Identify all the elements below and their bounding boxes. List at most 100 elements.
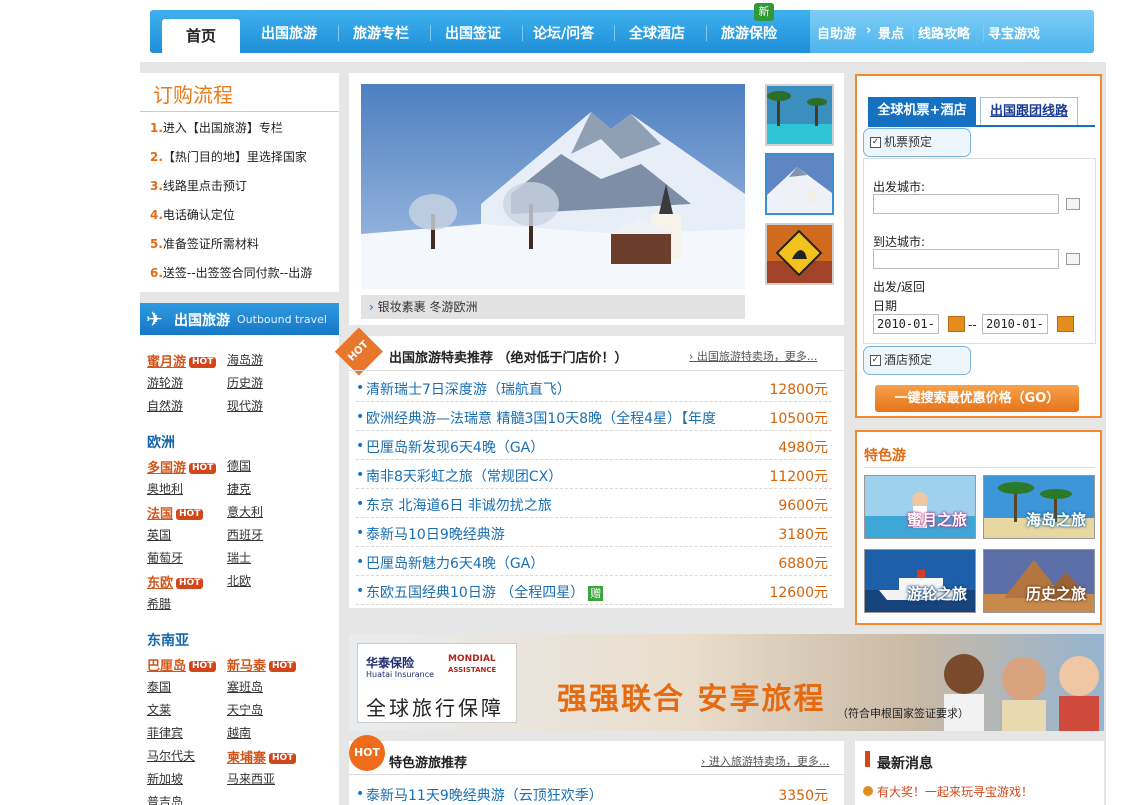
hotel-booking-toggle[interactable]: ✓ 酒店预定 bbox=[863, 346, 971, 375]
link-switzerland[interactable]: 瑞士 bbox=[227, 549, 251, 566]
tab-group-tours[interactable]: 出国跟团线路 bbox=[980, 97, 1078, 125]
tab-travel-column[interactable]: 旅游专栏 bbox=[353, 23, 409, 43]
tab-home[interactable]: 首页 bbox=[162, 19, 240, 53]
depart-return-label: 出发/返回 bbox=[873, 280, 926, 294]
link-austria[interactable]: 奥地利 bbox=[147, 480, 183, 497]
link-thailand[interactable]: 泰国 bbox=[147, 678, 171, 695]
return-date-input[interactable]: 2010-01-24 bbox=[982, 314, 1048, 334]
tab-forum[interactable]: 论坛/问答 bbox=[533, 23, 594, 43]
bullet-icon: • bbox=[356, 380, 365, 396]
link-sin-mal-thai[interactable]: 新马泰 HOT bbox=[227, 655, 297, 674]
deal-row[interactable]: • 清新瑞士7日深度游（瑞航直飞） 12800元 bbox=[356, 373, 832, 402]
link-tinian[interactable]: 天宁岛 bbox=[227, 701, 263, 718]
depart-city-label: 出发城市: bbox=[873, 180, 926, 194]
link-vietnam[interactable]: 越南 bbox=[227, 724, 251, 741]
checkbox-checked-icon[interactable]: ✓ bbox=[870, 355, 881, 366]
link-philippines[interactable]: 菲律宾 bbox=[147, 724, 183, 741]
slide-caption[interactable]: › 银妆素裹 冬游欧洲 bbox=[361, 295, 745, 319]
deal-row[interactable]: • 欧洲经典游—法瑞意 精髓3国10天8晚（全程4星）【年度 10500元 bbox=[356, 402, 832, 431]
calendar-icon[interactable] bbox=[1066, 198, 1080, 210]
link-singapore[interactable]: 新加坡 bbox=[147, 770, 183, 787]
link-uk[interactable]: 英国 bbox=[147, 526, 171, 543]
arrive-city-input[interactable] bbox=[873, 249, 1059, 269]
deal-row[interactable]: • 泰新马10日9晚经典游 3180元 bbox=[356, 518, 832, 547]
hot-badge: HOT bbox=[349, 735, 385, 771]
featured-more-link[interactable]: › 进入旅游特卖场，更多... bbox=[701, 753, 829, 769]
featured-row[interactable]: • 泰新马11天9晚经典游（云顶狂欢季） 3350元 bbox=[356, 779, 832, 805]
deal-row[interactable]: • 巴厘岛新发现6天4晚（GA） 4980元 bbox=[356, 431, 832, 460]
link-greece[interactable]: 希腊 bbox=[147, 595, 171, 612]
link-island[interactable]: 海岛游 bbox=[227, 351, 263, 368]
info-icon bbox=[863, 786, 873, 796]
arrive-city-label: 到达城市: bbox=[873, 235, 926, 249]
deal-row[interactable]: • 南非8天彩虹之旅（常规团CX） 11200元 bbox=[356, 460, 832, 489]
thumbnail-snow-village[interactable] bbox=[765, 153, 834, 215]
region-southeast-asia-title: 东南亚 bbox=[147, 633, 189, 649]
deal-row[interactable]: • 东京 北海道6日 非诚勿扰之旅 9600元 bbox=[356, 489, 832, 518]
gift-badge: 赠 bbox=[588, 586, 604, 601]
tile-history[interactable]: 历史之旅 bbox=[983, 549, 1095, 613]
tab-flight-hotel[interactable]: 全球机票+酒店 bbox=[868, 97, 976, 125]
tile-cruise[interactable]: 游轮之旅 bbox=[864, 549, 976, 613]
link-brunei[interactable]: 文莱 bbox=[147, 701, 171, 718]
page: 首页 出国旅游 旅游专栏 出国签证 论坛/问答 全球酒店 旅游保险 自助游 › … bbox=[0, 0, 1134, 805]
insurance-banner[interactable]: 华泰保险 Huatai Insurance MONDIAL ASSISTANCE… bbox=[349, 634, 1104, 731]
deal-row[interactable]: • 东欧五国经典10日游 （全程四星）赠 12600元 bbox=[356, 576, 832, 605]
link-cruise[interactable]: 游轮游 bbox=[147, 374, 183, 391]
news-item[interactable]: 有大奖！一起来玩寻宝游戏！ bbox=[863, 783, 1033, 800]
link-history[interactable]: 历史游 bbox=[227, 374, 263, 391]
order-process-panel: 订购流程 1.进入【出国旅游】专栏 2.【热门目的地】里选择国家 3.线路里点击… bbox=[140, 73, 339, 292]
bullet-icon: • bbox=[356, 467, 365, 483]
order-step: 4.电话确认定位 bbox=[150, 208, 235, 222]
search-go-button[interactable]: 一键搜索最优惠价格（GO） bbox=[875, 385, 1079, 412]
link-eastern-europe[interactable]: 东欧 HOT bbox=[147, 572, 204, 591]
tab-insurance[interactable]: 旅游保险 bbox=[721, 23, 777, 43]
link-phuket[interactable]: 普吉岛 bbox=[147, 793, 183, 805]
bullet-icon: • bbox=[356, 409, 365, 425]
link-malaysia[interactable]: 马来西亚 bbox=[227, 770, 275, 787]
tab-self-guided[interactable]: 自助游 bbox=[817, 23, 856, 42]
link-saipan[interactable]: 塞班岛 bbox=[227, 678, 263, 695]
depart-date-input[interactable]: 2010-01-21 bbox=[873, 314, 939, 334]
link-bali[interactable]: 巴厘岛 HOT bbox=[147, 655, 217, 674]
link-nature[interactable]: 自然游 bbox=[147, 397, 183, 414]
link-multi-country[interactable]: 多国游 HOT bbox=[147, 457, 217, 476]
tab-visa[interactable]: 出国签证 bbox=[445, 23, 501, 43]
link-germany[interactable]: 德国 bbox=[227, 457, 251, 474]
chevron-right-icon: › bbox=[701, 755, 709, 768]
link-czech[interactable]: 捷克 bbox=[227, 480, 251, 497]
tab-route-guides[interactable]: 线路攻略 bbox=[918, 23, 970, 42]
tab-outbound-travel[interactable]: 出国旅游 bbox=[261, 23, 317, 43]
tile-island[interactable]: 海岛之旅 bbox=[983, 475, 1095, 539]
slide-image[interactable] bbox=[361, 84, 745, 289]
tile-island-label: 海岛之旅 bbox=[1025, 511, 1086, 529]
thumbnail-kangaroo-sign[interactable] bbox=[765, 223, 834, 285]
deal-row[interactable]: • 巴厘岛新魅力6天4晚（GA） 6880元 bbox=[356, 547, 832, 576]
checkbox-checked-icon[interactable]: ✓ bbox=[870, 137, 881, 148]
date-picker-icon[interactable] bbox=[948, 316, 965, 332]
link-honeymoon[interactable]: 蜜月游 HOT bbox=[147, 351, 217, 370]
order-step: 2.【热门目的地】里选择国家 bbox=[150, 150, 307, 164]
link-spain[interactable]: 西班牙 bbox=[227, 526, 263, 543]
outbound-subtitle: Outbound travel bbox=[237, 313, 327, 326]
link-modern[interactable]: 现代游 bbox=[227, 397, 263, 414]
right-margin bbox=[1106, 0, 1134, 805]
tab-attractions[interactable]: 景点 bbox=[878, 23, 904, 42]
new-badge: 新 bbox=[754, 3, 774, 21]
tab-treasure-game[interactable]: 寻宝游戏 bbox=[988, 23, 1040, 42]
link-northern-europe[interactable]: 北欧 bbox=[227, 572, 251, 589]
link-france[interactable]: 法国 HOT bbox=[147, 503, 204, 522]
link-italy[interactable]: 意大利 bbox=[227, 503, 263, 520]
deals-more-link[interactable]: › 出国旅游特卖场，更多... bbox=[689, 348, 817, 364]
thumbnail-tropical-pool[interactable] bbox=[765, 84, 834, 146]
tab-hotels[interactable]: 全球酒店 bbox=[629, 23, 685, 43]
link-portugal[interactable]: 葡萄牙 bbox=[147, 549, 183, 566]
link-cambodia[interactable]: 柬埔寨 HOT bbox=[227, 747, 297, 766]
tile-honeymoon[interactable]: 蜜月之旅 bbox=[864, 475, 976, 539]
depart-city-input[interactable] bbox=[873, 194, 1059, 214]
divider bbox=[868, 125, 1095, 127]
flight-booking-toggle[interactable]: ✓ 机票预定 bbox=[863, 128, 971, 157]
link-maldives[interactable]: 马尔代夫 bbox=[147, 747, 195, 764]
calendar-icon[interactable] bbox=[1066, 253, 1080, 265]
date-picker-icon[interactable] bbox=[1057, 316, 1074, 332]
